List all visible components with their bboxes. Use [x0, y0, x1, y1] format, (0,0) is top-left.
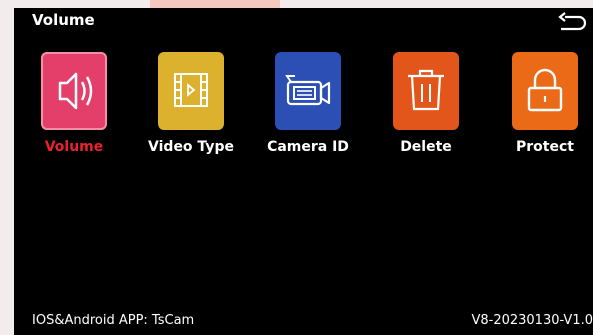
menu-label-protect[interactable]: Protect [495, 139, 593, 155]
menu-label-delete[interactable]: Delete [376, 139, 476, 155]
volume-button[interactable] [41, 52, 107, 130]
menu-label-video-type[interactable]: Video Type [141, 139, 241, 155]
lock-icon [527, 68, 563, 112]
film-play-icon [174, 73, 208, 107]
protect-button[interactable] [512, 52, 578, 130]
video-type-button[interactable] [158, 52, 224, 130]
delete-button[interactable] [393, 52, 459, 130]
camera-id-button[interactable] [275, 52, 341, 130]
speaker-icon [58, 72, 93, 110]
version-text: V8-20230130-V1.0 [471, 313, 593, 328]
video-camera-icon [285, 75, 331, 106]
trash-icon [408, 69, 444, 111]
device-screen: Volume Volume Video Type Camera ID Delet… [14, 8, 593, 335]
menu-label-camera-id[interactable]: Camera ID [258, 139, 358, 155]
page-title: Volume [32, 11, 95, 29]
menu-label-volume[interactable]: Volume [24, 139, 124, 155]
app-info-text: IOS&Android APP: TsCam [32, 313, 195, 328]
back-arrow-icon[interactable] [557, 12, 587, 34]
